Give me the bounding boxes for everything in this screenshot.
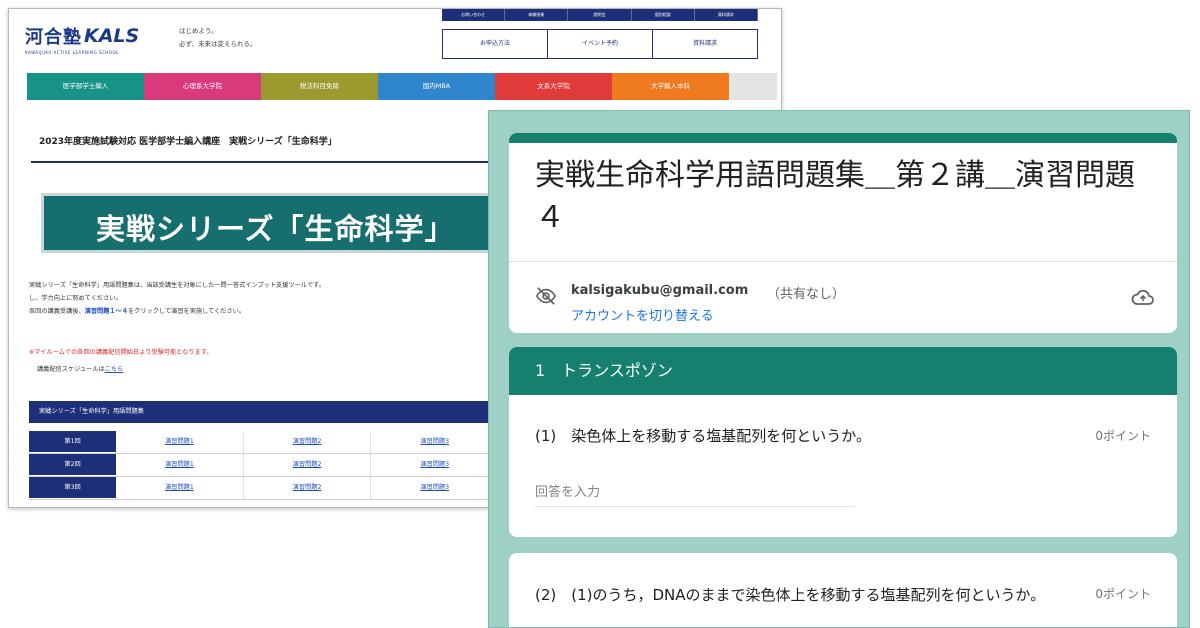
top-link[interactable]: 個別相談 — [632, 9, 695, 21]
cloud-save-icon — [1131, 289, 1154, 305]
exercise-link[interactable]: 演習問題2 — [244, 477, 372, 499]
top-links-bar: お問い合わせ 体験授業 説明会 個別相談 資料請求 — [442, 9, 759, 21]
logo-subtitle: KAWAIJUKU ACTIVE LEARNING SCHOOL — [25, 50, 119, 55]
exercise-table: 第1回 演習問題1 演習問題2 演習問題3 第2回 演習問題1 演習問題2 演習… — [29, 431, 499, 500]
question-2-points: 0ポイント — [1095, 587, 1151, 601]
section-title: 1 トランスポゾン — [509, 347, 1177, 395]
exercise-link[interactable]: 演習問題１～４ — [85, 308, 128, 315]
tagline-line-2: 必ず、未来は変えられる。 — [179, 40, 257, 48]
exercise-link[interactable]: 演習問題3 — [371, 477, 499, 499]
tagline-line-1: はじめよう。 — [179, 27, 218, 35]
table-row: 第3回 演習問題1 演習問題2 演習問題3 — [29, 477, 499, 500]
nav-item-humanities[interactable]: 文系大学院 — [495, 73, 612, 100]
description: 実戦シリーズ「生命科学」用語問題集は、当該受講生を対象にした一問一答式インプット… — [29, 279, 489, 318]
kals-logo[interactable]: 河合塾 KALS — [25, 23, 139, 49]
question-2-text: (2) (1)のうち，DNAのままで染色体上を移動する塩基配列を何というか。 — [535, 586, 1046, 604]
question-2-card: (2) (1)のうち，DNAのままで染色体上を移動する塩基配列を何というか。 0… — [509, 553, 1177, 627]
question-section-card: 1 トランスポゾン (1) 染色体上を移動する塩基配列を何というか。 0ポイント… — [509, 347, 1177, 537]
exercise-link[interactable]: 演習問題2 — [244, 454, 372, 476]
top-link[interactable]: 説明会 — [568, 9, 632, 21]
desc-line-3-pre: 各回の講義受講後、 — [29, 308, 85, 315]
exercise-link[interactable]: 演習問題3 — [371, 431, 499, 453]
schedule-link[interactable]: こちら — [105, 366, 124, 373]
switch-account-link[interactable]: アカウントを切り替える — [571, 305, 714, 324]
row-label: 第2回 — [29, 454, 117, 476]
row-label: 第1回 — [29, 431, 117, 453]
logo-main-text: 河合塾 — [25, 27, 82, 48]
nav-item-tax[interactable]: 税法科目免除 — [261, 73, 378, 100]
schedule-text: 講義配信スケジュールは — [37, 366, 105, 373]
top-link[interactable]: 資料請求 — [695, 9, 759, 21]
table-row: 第1回 演習問題1 演習問題2 演習問題3 — [29, 431, 499, 454]
share-status: （共有なし） — [767, 287, 846, 302]
form-title: 実戦生命科学用語問題集＿第２講＿演習問題４ — [535, 158, 1135, 235]
event-reservation-button[interactable]: イベント予約 — [548, 30, 653, 58]
logo-kals-text: KALS — [84, 25, 140, 47]
desc-line-2: し、学力向上に努めてください。 — [29, 295, 122, 302]
desc-line-1: 実戦シリーズ「生命科学」用語問題集は、当該受講生を対象にした一問一答式インプット… — [29, 282, 325, 289]
nav-item-transfer[interactable]: 大学編入本科 — [612, 73, 729, 100]
exercise-link[interactable]: 演習問題2 — [244, 431, 372, 453]
top-link[interactable]: 体験授業 — [505, 9, 569, 21]
apply-method-button[interactable]: お申込方法 — [443, 30, 548, 58]
top-buttons: お申込方法 イベント予約 資料請求 — [442, 29, 758, 59]
exercise-link[interactable]: 演習問題1 — [116, 431, 244, 453]
title-divider — [509, 261, 1177, 262]
not-shared-eye-icon — [535, 287, 557, 305]
desc-line-3: 各回の講義受講後、演習問題１～４をクリックして演習を実施してください。 — [29, 305, 489, 318]
course-nav: 医学部学士編入 心理系大学院 税法科目免除 国内MBA 文系大学院 大学編入本科 — [27, 73, 777, 100]
exercise-link[interactable]: 演習問題1 — [116, 454, 244, 476]
top-link[interactable]: お問い合わせ — [442, 9, 506, 21]
availability-note: ※マイルームでの各回の講義配信開始日より受験可能となります。 — [29, 349, 213, 356]
tagline: はじめよう。 必ず、未来は変えられる。 — [179, 25, 257, 51]
form-title-card: 実戦生命科学用語問題集＿第２講＿演習問題４ kalsigakubu@gmail.… — [509, 133, 1177, 333]
answer-input[interactable]: 回答を入力 — [535, 481, 855, 507]
table-title: 実戦シリーズ「生命科学」用語問題集 — [29, 401, 499, 423]
exercise-link[interactable]: 演習問題3 — [371, 454, 499, 476]
question-1-text: (1) 染色体上を移動する塩基配列を何というか。 — [535, 427, 871, 445]
account-email: kalsigakubu@gmail.com — [571, 283, 749, 298]
nav-item-medical[interactable]: 医学部学士編入 — [27, 73, 144, 100]
nav-item-psychology[interactable]: 心理系大学院 — [144, 73, 261, 100]
schedule-line: 講義配信スケジュールはこちら — [37, 364, 123, 373]
question-1-points: 0ポイント — [1095, 429, 1151, 443]
nav-item-mba[interactable]: 国内MBA — [378, 73, 495, 100]
exercise-link[interactable]: 演習問題1 — [116, 477, 244, 499]
brochure-request-button[interactable]: 資料請求 — [653, 30, 757, 58]
quiz-form-window: 実戦生命科学用語問題集＿第２講＿演習問題４ kalsigakubu@gmail.… — [488, 110, 1190, 628]
page-headline: 2023年度実施試験対応 医学部学士編入講座 実戦シリーズ「生命科学」 — [39, 137, 337, 147]
table-row: 第2回 演習問題1 演習問題2 演習問題3 — [29, 454, 499, 477]
row-label: 第3回 — [29, 477, 117, 499]
banner-text: 実戦シリーズ「生命科学」 — [96, 212, 455, 246]
desc-line-3-post: をクリックして演習を実施してください。 — [128, 308, 246, 315]
